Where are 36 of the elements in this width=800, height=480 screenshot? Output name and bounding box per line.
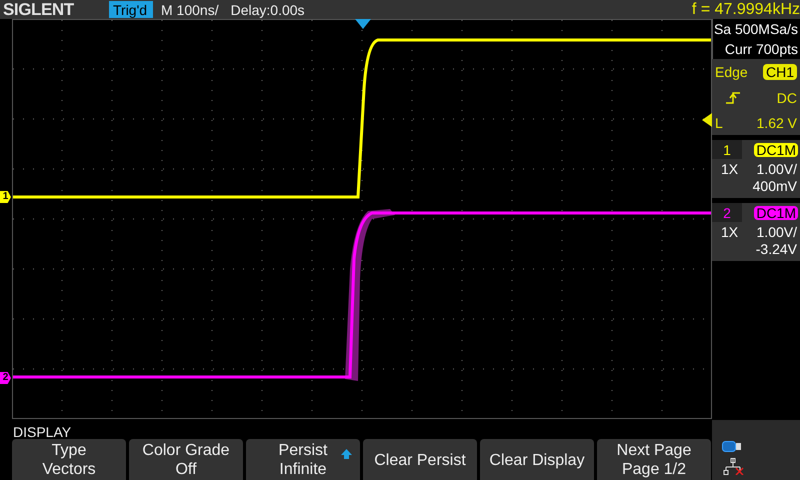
channel-marker: 1 (0, 191, 11, 203)
trigger-source-badge: CH1 (762, 64, 797, 80)
trigger-type: Edge (715, 65, 748, 80)
network-disconnected-icon (722, 458, 744, 475)
probe-ratio: 1X (721, 225, 738, 239)
vertical-scale: 1.00V/ (756, 225, 797, 239)
frequency-reading: f = 47.9994kHz (692, 2, 800, 18)
menu-button[interactable]: Color Grade Off (129, 439, 243, 480)
trigger-status: Trig'd (109, 1, 153, 18)
channel-number: 1 (712, 140, 742, 159)
menu-title: DISPLAY (13, 425, 72, 439)
vertical-offset: 400mV (752, 179, 798, 193)
menu-button[interactable]: Clear Persist (363, 439, 477, 480)
vertical-scale: 1.00V/ (756, 162, 797, 176)
channel-number: 2 (712, 203, 742, 222)
delay-reading: Delay:0.00s (230, 2, 305, 16)
trigger-coupling: DC (776, 90, 797, 105)
vertical-offset: -3.24V (756, 242, 798, 256)
channel-marker: 2 (0, 372, 11, 384)
menu-button[interactable]: Persist Infinite (246, 439, 360, 480)
menu-button[interactable]: Clear Display (480, 439, 594, 480)
trigger-level-reading: 1.62 V (756, 116, 797, 130)
timebase-reading: M 100ns/ (161, 2, 219, 16)
brand-logo: SIGLENT (3, 1, 75, 18)
menu-button[interactable]: Next Page Page 1/2 (597, 439, 711, 480)
coupling-badge: DC1M (754, 142, 798, 156)
rising-edge-icon (725, 92, 741, 104)
sample-rate: Sa 500MSa/s (714, 22, 798, 36)
probe-ratio: 1X (721, 162, 738, 176)
usb-drive-icon (722, 441, 742, 452)
memory-depth: Curr 700pts (724, 42, 798, 56)
arrow-up-icon (341, 449, 352, 459)
coupling-badge: DC1M (754, 206, 798, 220)
menu-button[interactable]: Type Vectors (12, 439, 126, 480)
trigger-position-icon (355, 19, 371, 29)
trigger-level-label: L (715, 116, 723, 130)
